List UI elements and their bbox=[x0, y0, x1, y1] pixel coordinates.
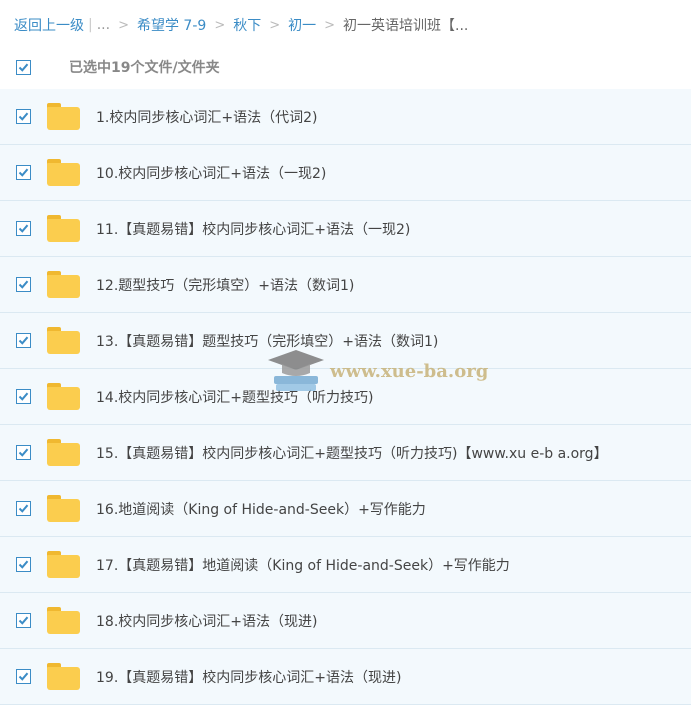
file-name[interactable]: 15.【真题易错】校内同步核心词汇+题型技巧（听力技巧)【www.xu e-b … bbox=[96, 443, 608, 463]
file-row[interactable]: 15.【真题易错】校内同步核心词汇+题型技巧（听力技巧)【www.xu e-b … bbox=[0, 425, 691, 481]
row-checkbox[interactable] bbox=[16, 613, 31, 628]
checkbox-checked-icon bbox=[18, 224, 29, 233]
folder-icon bbox=[47, 551, 80, 578]
folder-icon bbox=[47, 327, 80, 354]
breadcrumb-item-xiwangxue[interactable]: 希望学 7-9 bbox=[137, 15, 206, 35]
folder-icon bbox=[47, 271, 80, 298]
file-row[interactable]: 19.【真题易错】校内同步核心词汇+语法（现进) bbox=[0, 649, 691, 705]
breadcrumb-item-qiuxia[interactable]: 秋下 bbox=[233, 15, 261, 35]
checkbox-checked-icon bbox=[18, 280, 29, 289]
checkbox-checked-icon bbox=[18, 504, 29, 513]
file-name[interactable]: 10.校内同步核心词汇+语法（一现2) bbox=[96, 163, 326, 183]
file-name[interactable]: 16.地道阅读（King of Hide-and-Seek）+写作能力 bbox=[96, 499, 426, 519]
file-row[interactable]: 12.题型技巧（完形填空）+语法（数词1) bbox=[0, 257, 691, 313]
row-checkbox[interactable] bbox=[16, 389, 31, 404]
chevron-right-icon: > bbox=[269, 17, 281, 33]
back-link[interactable]: 返回上一级 bbox=[14, 15, 84, 35]
row-checkbox[interactable] bbox=[16, 669, 31, 684]
checkbox-checked-icon bbox=[18, 448, 29, 457]
file-name[interactable]: 14.校内同步核心词汇+题型技巧（听力技巧) bbox=[96, 387, 373, 407]
folder-icon bbox=[47, 663, 80, 690]
file-row[interactable]: 11.【真题易错】校内同步核心词汇+语法（一现2) bbox=[0, 201, 691, 257]
checkbox-checked-icon bbox=[18, 616, 29, 625]
row-checkbox[interactable] bbox=[16, 109, 31, 124]
breadcrumb-divider: | bbox=[88, 17, 93, 33]
file-row[interactable]: 17.【真题易错】地道阅读（King of Hide-and-Seek）+写作能… bbox=[0, 537, 691, 593]
breadcrumb-ellipsis[interactable]: ... bbox=[97, 17, 110, 33]
folder-icon bbox=[47, 439, 80, 466]
checkbox-checked-icon bbox=[18, 560, 29, 569]
file-name[interactable]: 17.【真题易错】地道阅读（King of Hide-and-Seek）+写作能… bbox=[96, 555, 510, 575]
file-row[interactable]: 14.校内同步核心词汇+题型技巧（听力技巧) bbox=[0, 369, 691, 425]
folder-icon bbox=[47, 607, 80, 634]
row-checkbox[interactable] bbox=[16, 165, 31, 180]
file-name[interactable]: 18.校内同步核心词汇+语法（现进) bbox=[96, 611, 317, 631]
file-name[interactable]: 1.校内同步核心词汇+语法（代词2) bbox=[96, 107, 317, 127]
folder-icon bbox=[47, 495, 80, 522]
row-checkbox[interactable] bbox=[16, 445, 31, 460]
checkbox-checked-icon bbox=[18, 392, 29, 401]
row-checkbox[interactable] bbox=[16, 501, 31, 516]
chevron-right-icon: > bbox=[324, 17, 336, 33]
checkbox-checked-icon bbox=[18, 168, 29, 177]
file-name[interactable]: 11.【真题易错】校内同步核心词汇+语法（一现2) bbox=[96, 219, 410, 239]
chevron-right-icon: > bbox=[118, 17, 129, 33]
checkbox-checked-icon bbox=[18, 112, 29, 121]
folder-icon bbox=[47, 159, 80, 186]
file-row[interactable]: 16.地道阅读（King of Hide-and-Seek）+写作能力 bbox=[0, 481, 691, 537]
folder-icon bbox=[47, 103, 80, 130]
file-row[interactable]: 13.【真题易错】题型技巧（完形填空）+语法（数词1) bbox=[0, 313, 691, 369]
chevron-right-icon: > bbox=[214, 17, 226, 33]
selection-bar: 已选中19个文件/文件夹 bbox=[0, 48, 691, 86]
row-checkbox[interactable] bbox=[16, 333, 31, 348]
row-checkbox[interactable] bbox=[16, 557, 31, 572]
checkbox-checked-icon bbox=[18, 336, 29, 345]
selection-count-label: 已选中19个文件/文件夹 bbox=[69, 60, 220, 76]
file-row[interactable]: 18.校内同步核心词汇+语法（现进) bbox=[0, 593, 691, 649]
select-all-checkbox[interactable] bbox=[16, 59, 31, 75]
file-name[interactable]: 13.【真题易错】题型技巧（完形填空）+语法（数词1) bbox=[96, 331, 438, 351]
breadcrumb: 返回上一级 | ... > 希望学 7-9 > 秋下 > 初一 > 初一英语培训… bbox=[14, 14, 468, 36]
breadcrumb-item-chuyi[interactable]: 初一 bbox=[288, 15, 316, 35]
file-list: 1.校内同步核心词汇+语法（代词2) 10.校内同步核心词汇+语法（一现2) 1… bbox=[0, 89, 691, 705]
folder-icon bbox=[47, 383, 80, 410]
file-name[interactable]: 12.题型技巧（完形填空）+语法（数词1) bbox=[96, 275, 354, 295]
row-checkbox[interactable] bbox=[16, 221, 31, 236]
breadcrumb-current: 初一英语培训班【... bbox=[343, 18, 469, 34]
checkbox-checked-icon bbox=[18, 63, 29, 72]
checkbox-checked-icon bbox=[18, 672, 29, 681]
folder-icon bbox=[47, 215, 80, 242]
file-row[interactable]: 1.校内同步核心词汇+语法（代词2) bbox=[0, 89, 691, 145]
file-name[interactable]: 19.【真题易错】校内同步核心词汇+语法（现进) bbox=[96, 667, 401, 687]
row-checkbox[interactable] bbox=[16, 277, 31, 292]
file-row[interactable]: 10.校内同步核心词汇+语法（一现2) bbox=[0, 145, 691, 201]
